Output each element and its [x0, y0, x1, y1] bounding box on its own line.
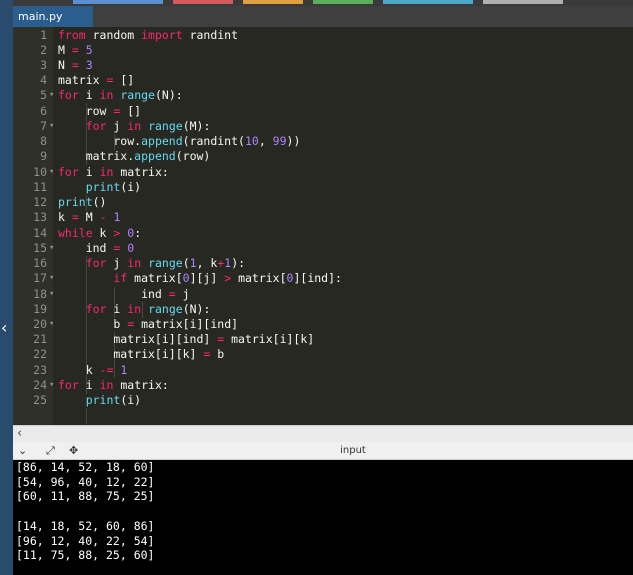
output-line: [14, 18, 52, 60, 86]: [16, 519, 155, 533]
output-line: [60, 11, 88, 75, 25]: [16, 489, 155, 503]
code-line: print(): [58, 195, 107, 209]
output-line: [11, 75, 88, 25, 60]: [16, 548, 155, 562]
code-line: k = M - 1: [58, 210, 121, 224]
line-number: 1: [40, 28, 47, 42]
line-number: 20: [33, 317, 47, 331]
fold-arrow-icon[interactable]: ▾: [49, 271, 54, 286]
input-label: input: [340, 445, 366, 456]
code-line: for j in range(M):: [85, 119, 211, 133]
fold-arrow-icon[interactable]: ▾: [49, 317, 54, 332]
line-number: 24: [33, 378, 47, 392]
line-number: 10: [33, 165, 47, 179]
code-line: print(i): [85, 393, 142, 407]
line-number-gutter: 1 2 3 4 5 6 7 8 9 10 11 12 13 14 15 16 1…: [13, 27, 54, 425]
line-number: 14: [33, 226, 47, 240]
code-line: from random import randint: [58, 28, 239, 42]
output-console: [86, 14, 52, 18, 60] [54, 96, 40, 12, 22…: [13, 460, 633, 575]
line-number: 11: [33, 180, 47, 194]
code-line: for i in range(N):: [85, 302, 211, 316]
code-line: while k > 0:: [58, 226, 142, 240]
line-number: 7: [40, 119, 47, 133]
output-line: [86, 14, 52, 18, 60]: [16, 460, 155, 474]
line-number: 5: [40, 88, 47, 102]
line-number: 2: [40, 43, 47, 57]
fold-arrow-icon[interactable]: ▾: [49, 378, 54, 393]
scroll-left-icon[interactable]: ‹: [17, 426, 22, 442]
line-number: 3: [40, 58, 47, 72]
code-line: for j in range(1, k+1):: [85, 256, 246, 270]
code-line: matrix = []: [58, 73, 135, 87]
code-line: for i in range(N):: [58, 88, 183, 102]
output-line: [96, 12, 40, 22, 54]: [16, 534, 155, 548]
code-line: row = []: [58, 104, 142, 118]
line-number: 6: [40, 104, 47, 118]
line-number: 22: [33, 347, 47, 361]
line-number: 12: [33, 195, 47, 209]
code-line: k -= 1: [58, 363, 128, 377]
fold-arrow-icon[interactable]: ▾: [49, 88, 54, 103]
tab-bar: main.py: [13, 6, 633, 27]
expand-icon[interactable]: ⤢: [46, 443, 55, 459]
move-icon[interactable]: ✥: [69, 443, 78, 459]
fold-arrow-icon[interactable]: ▾: [49, 119, 54, 134]
code-line: M = 5: [58, 43, 93, 57]
code-line: print(i): [85, 180, 142, 194]
code-line: ind = j: [58, 287, 190, 301]
tab-main-py[interactable]: main.py: [13, 6, 93, 27]
line-number: 19: [33, 302, 47, 316]
horizontal-scrollbar[interactable]: ‹: [13, 425, 633, 442]
code-line: N = 3: [58, 58, 93, 72]
line-number: 4: [40, 73, 47, 87]
code-editor[interactable]: 1 2 3 4 5 6 7 8 9 10 11 12 13 14 15 16 1…: [13, 27, 633, 425]
line-number: 21: [33, 332, 47, 346]
line-number: 15: [33, 241, 47, 255]
line-number: 17: [33, 271, 47, 285]
line-number: 18: [33, 287, 47, 301]
code-line: for i in matrix:: [58, 378, 169, 392]
output-line: [54, 96, 40, 12, 22]: [16, 475, 155, 489]
fold-arrow-icon[interactable]: ▾: [49, 165, 54, 180]
line-number: 23: [33, 363, 47, 377]
io-toolbar: ⌄ ⤢ ✥ input: [13, 442, 633, 460]
fold-arrow-icon[interactable]: ▾: [49, 241, 54, 256]
code-line: matrix[i][ind] = matrix[i][k]: [58, 332, 315, 346]
collapse-down-icon[interactable]: ⌄: [18, 443, 27, 459]
line-number: 8: [40, 134, 47, 148]
code-line: row.append(randint(10, 99)): [58, 134, 301, 148]
fold-arrow-icon[interactable]: ▾: [49, 287, 54, 302]
code-line: matrix.append(row): [58, 149, 211, 163]
line-number: 16: [33, 256, 47, 270]
left-side-panel: [0, 0, 13, 575]
code-line: for i in matrix:: [58, 165, 169, 179]
collapse-arrow-icon[interactable]: ‹: [1, 318, 12, 338]
code-line: if matrix[0][j] > matrix[0][ind]:: [113, 271, 342, 285]
line-number: 9: [40, 149, 47, 163]
code-line: matrix[i][k] = b: [58, 347, 225, 361]
line-number: 25: [33, 393, 47, 407]
line-number: 13: [33, 210, 47, 224]
code-line: b = matrix[i][ind]: [58, 317, 239, 331]
code-line: ind = 0: [58, 241, 135, 255]
